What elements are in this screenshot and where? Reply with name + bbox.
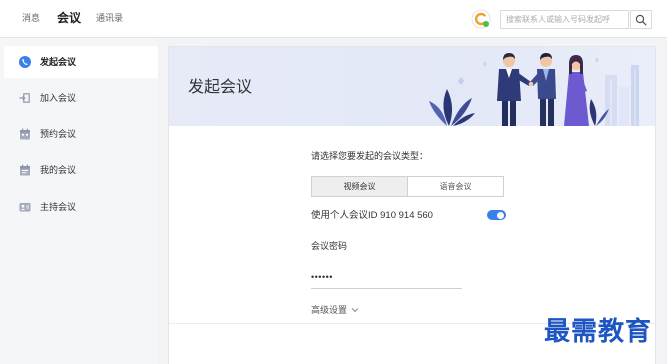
person-man-blue [528, 53, 556, 126]
join-door-icon [19, 93, 30, 103]
meeting-password-field[interactable]: •••••• [311, 269, 462, 289]
sidebar-item-host-meeting[interactable]: 主持会议 [4, 191, 158, 223]
calendar-icon [20, 128, 30, 140]
meeting-password-label: 会议密码 [311, 241, 348, 251]
top-navigation-bar: 消息 会议 通讯录 [0, 0, 667, 38]
advanced-settings-label: 高级设置 [311, 305, 348, 315]
search-icon [635, 14, 647, 25]
plant-left-decoration [429, 89, 475, 126]
toggle-knob [497, 211, 504, 219]
tab-contacts[interactable]: 通讯录 [96, 0, 123, 37]
chevron-down-icon [351, 308, 359, 313]
host-card-icon [19, 203, 31, 212]
sidebar-item-label: 我的会议 [40, 165, 77, 175]
app-logo-icon[interactable] [471, 9, 491, 29]
sidebar-item-label: 预约会议 [40, 129, 77, 139]
person-woman-purple [564, 55, 589, 126]
tab-messages[interactable]: 消息 [22, 0, 40, 37]
sidebar-item-my-meetings[interactable]: 我的会议 [4, 154, 158, 186]
tab-meetings[interactable]: 会议 [57, 0, 81, 37]
personal-meeting-id-label: 使用个人会议ID 910 914 560 [311, 210, 433, 221]
sidebar-item-start-meeting[interactable]: 发起会议 [4, 46, 158, 78]
meeting-password-value: •••••• [311, 272, 333, 282]
phone-icon [19, 56, 31, 68]
advanced-settings-toggle[interactable]: 高级设置 [311, 304, 359, 316]
meeting-type-selector: 视频会议 语音会议 [311, 176, 504, 197]
sidebar-item-label: 发起会议 [40, 57, 77, 67]
person-man-navy [497, 53, 531, 126]
sidebar-item-label: 主持会议 [40, 202, 77, 212]
building-decoration [605, 65, 639, 126]
header-banner: 发起会议 [169, 47, 655, 126]
calendar-list-icon [20, 164, 30, 176]
audio-meeting-option[interactable]: 语音会议 [407, 177, 503, 196]
meeting-type-prompt: 请选择您要发起的会议类型： [311, 151, 429, 161]
personal-meeting-id-toggle[interactable] [487, 210, 506, 220]
watermark: 最需教育 [544, 317, 653, 346]
sidebar-item-label: 加入会议 [40, 93, 77, 103]
handshake-illustration [429, 53, 639, 126]
sidebar-item-schedule-meeting[interactable]: 预约会议 [4, 118, 158, 150]
search-button[interactable] [630, 10, 652, 29]
sidebar: 发起会议 加入会议 预约会议 我的会议 主持会议 [0, 38, 158, 364]
search-input[interactable] [500, 10, 629, 29]
sidebar-item-join-meeting[interactable]: 加入会议 [4, 82, 158, 114]
page-title: 发起会议 [188, 79, 253, 96]
video-meeting-option[interactable]: 视频会议 [312, 177, 407, 196]
